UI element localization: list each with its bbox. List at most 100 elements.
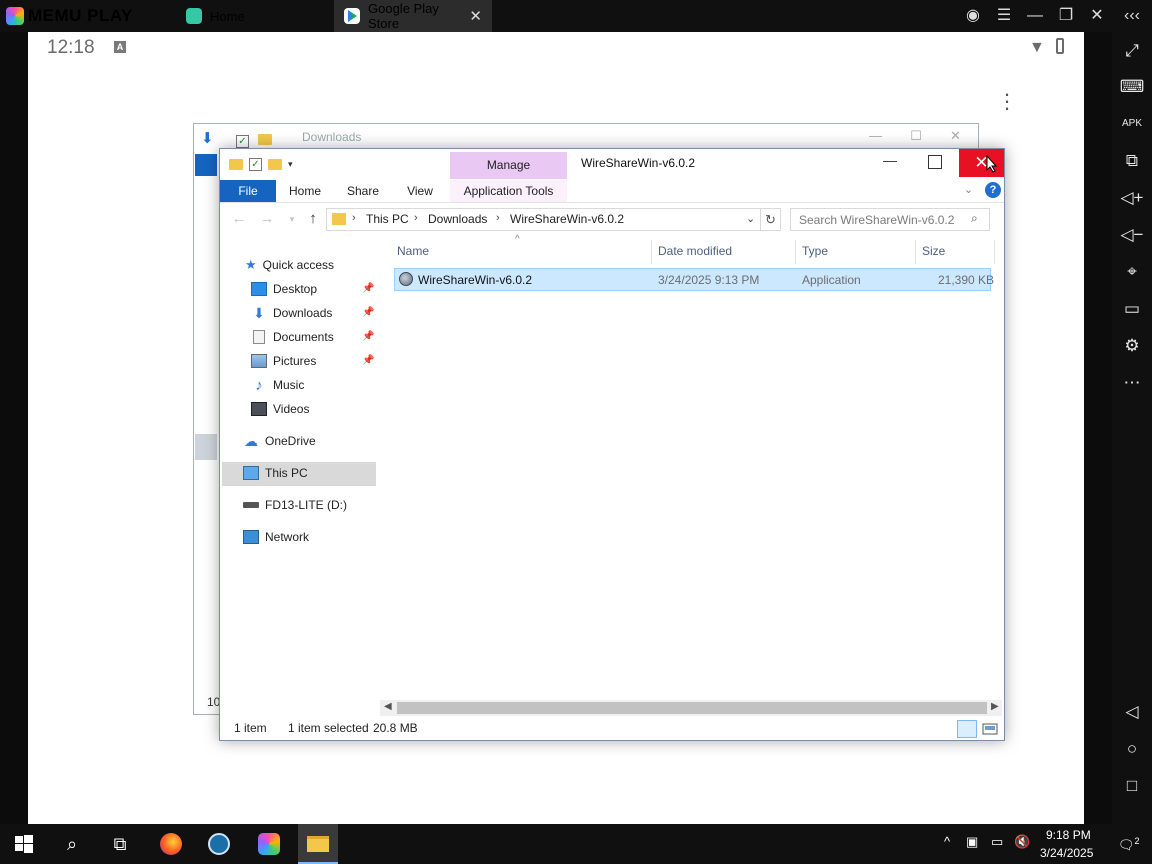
task-view-icon[interactable]: ⧉ <box>105 830 135 858</box>
nav-network[interactable]: Network <box>243 526 309 548</box>
home-icon[interactable]: ○ <box>1119 736 1145 762</box>
folder-icon[interactable]: ▭ <box>1119 296 1145 322</box>
breadcrumb-separator-icon[interactable]: › <box>496 212 500 224</box>
menu-icon[interactable]: ☰ <box>993 6 1015 26</box>
show-hidden-icons-icon[interactable]: ^ <box>944 834 950 849</box>
nav-quick-access[interactable]: ★ Quick access <box>245 254 334 276</box>
column-divider[interactable] <box>651 240 652 264</box>
manage-tab[interactable]: Manage <box>450 152 567 179</box>
nav-documents-label: Documents <box>273 330 334 344</box>
properties-icon[interactable]: ✓ <box>249 157 262 171</box>
tab-close-icon[interactable]: ✕ <box>469 7 482 25</box>
details-view-icon[interactable] <box>957 720 977 738</box>
scroll-right-icon[interactable]: ▶ <box>991 701 999 712</box>
minimize-icon[interactable]: — <box>1024 6 1046 26</box>
multi-instance-icon[interactable]: ⧉ <box>1119 148 1145 174</box>
nav-desktop[interactable]: Desktop <box>251 278 317 300</box>
scroll-left-icon[interactable]: ◀ <box>384 701 392 712</box>
file-name[interactable]: WireShareWin-v6.0.2 <box>418 273 532 287</box>
column-divider[interactable] <box>795 240 796 264</box>
volume-muted-icon[interactable]: 🔇 <box>1014 834 1030 850</box>
more-icon[interactable]: ⋯ <box>1119 370 1145 396</box>
column-divider[interactable] <box>994 240 995 264</box>
nav-documents[interactable]: Documents <box>251 326 334 348</box>
pin-icon[interactable]: 📌 <box>362 307 374 318</box>
refresh-icon[interactable]: ↻ <box>761 208 781 231</box>
back-arrow-icon[interactable]: ← <box>230 210 248 227</box>
breadcrumb-separator-icon[interactable]: › <box>352 212 356 224</box>
maximize-button[interactable] <box>928 155 942 169</box>
volume-down-icon[interactable]: ◁− <box>1119 222 1145 248</box>
steam-icon[interactable] <box>204 830 234 858</box>
large-icons-view-icon[interactable] <box>981 720 999 738</box>
back-file-tab[interactable] <box>195 154 217 176</box>
fullscreen-icon[interactable]: ⤢ <box>1119 38 1145 64</box>
windows-start-icon[interactable] <box>9 830 39 858</box>
new-folder-icon[interactable] <box>268 158 282 170</box>
action-center-icon[interactable]: 🗨2 <box>1118 836 1140 853</box>
memu-brand-text: MEMU PLAY <box>28 6 133 25</box>
overflow-menu-icon[interactable]: · · · <box>1000 83 1014 119</box>
tab-view[interactable]: View <box>402 180 438 202</box>
pin-icon[interactable]: 📌 <box>362 283 374 294</box>
quick-access-toolbar: ✓ ▾ <box>229 154 293 174</box>
apk-icon[interactable]: APK <box>1119 111 1145 137</box>
address-dropdown-icon[interactable]: ⌄ <box>746 212 755 225</box>
settings-icon[interactable]: ⚙ <box>1119 333 1145 359</box>
breadcrumb-separator-icon[interactable]: › <box>414 212 418 224</box>
collapse-icon[interactable]: ‹‹‹ <box>1121 6 1143 26</box>
column-header-date[interactable]: Date modified <box>658 244 732 258</box>
minimize-button[interactable]: — <box>876 152 904 174</box>
nav-this-pc[interactable]: This PC <box>243 462 308 484</box>
nav-downloads[interactable]: ⬇ Downloads <box>251 302 332 324</box>
account-icon[interactable]: ◉ <box>962 6 984 26</box>
column-header-type[interactable]: Type <box>802 244 828 258</box>
nav-drive-d[interactable]: FD13-LITE (D:) <box>243 494 347 516</box>
file-type: Application <box>802 273 861 287</box>
file-explorer-icon[interactable] <box>303 830 333 858</box>
qat-dropdown-icon[interactable]: ▾ <box>288 159 293 170</box>
tab-home-label: Home <box>210 8 245 24</box>
breadcrumb-current-folder[interactable]: WireShareWin-v6.0.2 <box>510 212 624 226</box>
volume-up-icon[interactable]: ◁+ <box>1119 185 1145 211</box>
nav-music[interactable]: ♪ Music <box>251 374 304 396</box>
back-window-controls[interactable]: — ☐ ✕ <box>855 128 975 146</box>
expand-ribbon-icon[interactable]: ⌄ <box>964 183 973 196</box>
breadcrumb-downloads[interactable]: Downloads <box>428 212 487 226</box>
network-tray-icon[interactable]: ▭ <box>991 834 1003 850</box>
taskbar-clock-time[interactable]: 9:18 PM <box>1046 828 1091 842</box>
firefox-icon[interactable] <box>156 830 186 858</box>
restore-icon[interactable]: ❐ <box>1055 6 1077 26</box>
close-icon[interactable]: ✕ <box>1086 6 1108 26</box>
keyboard-icon[interactable]: ⌨ <box>1119 74 1145 100</box>
pin-icon[interactable]: 📌 <box>362 331 374 342</box>
column-divider[interactable] <box>915 240 916 264</box>
tab-application-tools[interactable]: Application Tools <box>450 180 567 202</box>
qat-folder-icon[interactable] <box>229 158 243 170</box>
tab-google-play-store[interactable]: Google Play Store ✕ <box>334 0 492 32</box>
nav-pictures[interactable]: Pictures <box>251 350 316 372</box>
search-taskbar-icon[interactable]: ⌕ <box>57 830 87 858</box>
location-icon[interactable]: ⌖ <box>1119 259 1145 285</box>
tab-home-ribbon[interactable]: Home <box>282 180 328 202</box>
pin-icon[interactable]: 📌 <box>362 355 374 366</box>
recent-locations-icon[interactable]: ▾ <box>283 214 301 225</box>
memu-taskbar-icon[interactable] <box>254 830 284 858</box>
forward-arrow-icon[interactable]: → <box>258 210 276 227</box>
nav-onedrive[interactable]: ☁ OneDrive <box>243 430 316 452</box>
up-arrow-icon[interactable]: ↑ <box>304 210 322 227</box>
tab-file[interactable]: File <box>220 180 276 202</box>
device-icon[interactable]: ▣ <box>966 834 978 850</box>
column-header-name[interactable]: Name <box>397 244 429 258</box>
tab-home[interactable]: Home <box>176 0 332 32</box>
breadcrumb-this-pc[interactable]: This PC <box>366 212 409 226</box>
recents-icon[interactable]: □ <box>1119 773 1145 799</box>
back-icon[interactable]: ◁ <box>1119 699 1145 725</box>
nav-videos[interactable]: Videos <box>251 398 309 420</box>
column-header-size[interactable]: Size <box>922 244 945 258</box>
back-selected-nav <box>195 434 217 460</box>
taskbar-clock-date[interactable]: 3/24/2025 <box>1040 846 1093 860</box>
help-icon[interactable]: ? <box>985 182 1001 198</box>
scrollbar-thumb[interactable] <box>397 702 987 714</box>
tab-share[interactable]: Share <box>342 180 384 202</box>
